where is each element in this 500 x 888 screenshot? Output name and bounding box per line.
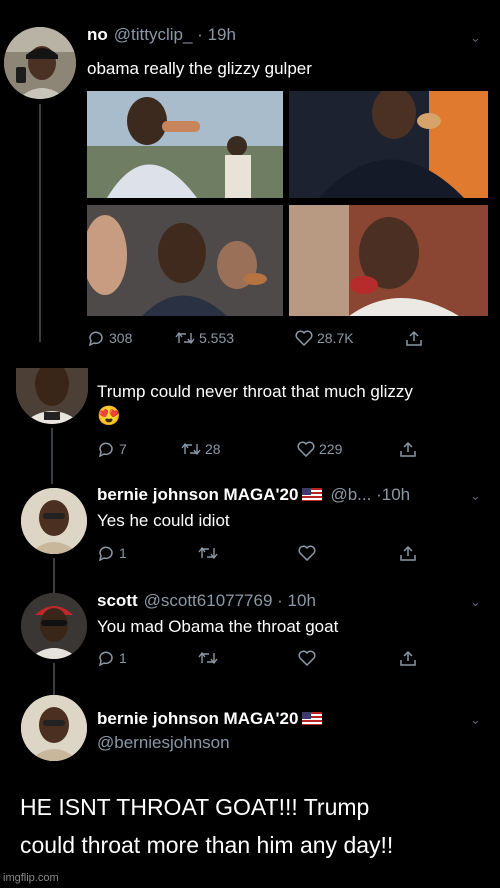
avatar-no[interactable] (4, 27, 76, 99)
retweet-button[interactable]: 5.553 (175, 330, 255, 346)
author-name[interactable]: bernie johnson MAGA'20 (97, 485, 298, 505)
us-flag-icon (302, 488, 323, 501)
share-button[interactable] (399, 441, 417, 457)
author-name[interactable]: bernie johnson MAGA'20 (97, 709, 298, 729)
thread-line-1 (39, 104, 41, 342)
avatar-image (21, 488, 87, 554)
tweet-time[interactable]: 10h (382, 485, 410, 505)
tweet-text: obama really the glizzy gulper (87, 59, 312, 78)
share-button[interactable] (399, 545, 417, 561)
thread-line-4 (53, 663, 55, 699)
reply2-header: bernie johnson MAGA'20 @b... · 10h (97, 485, 410, 505)
avatar-image (16, 368, 88, 424)
chevron-down-icon[interactable]: ⌄ (470, 594, 481, 610)
reply-text: Trump could never throat that much glizz… (97, 382, 413, 401)
like-button[interactable] (298, 545, 316, 561)
retweet-icon (175, 331, 195, 345)
screenshot-divider (0, 365, 500, 367)
avatar-image (21, 593, 87, 659)
like-button[interactable]: 28.7K (295, 330, 375, 346)
retweet-count: 28 (205, 441, 221, 457)
author-handle[interactable]: @scott61077769 (144, 591, 273, 611)
retweet-icon (198, 651, 218, 665)
author-handle[interactable]: @tittyclip_ (114, 25, 193, 45)
retweet-icon (198, 546, 218, 560)
share-button[interactable] (405, 330, 423, 346)
reply-icon (98, 651, 113, 666)
tweet-actions: 308 5.553 28.7K (87, 330, 422, 346)
like-button[interactable] (298, 650, 316, 666)
share-icon (400, 545, 416, 561)
author-handle[interactable]: @b... (330, 485, 371, 505)
reply-icon (98, 546, 113, 561)
share-icon (400, 441, 416, 457)
avatar-scott[interactable] (21, 593, 87, 659)
author-name[interactable]: no (87, 25, 108, 45)
reply-emoji: 😍 (97, 406, 121, 427)
like-button[interactable]: 229 (297, 441, 367, 457)
reply-count: 7 (119, 441, 127, 457)
heart-icon (298, 650, 316, 666)
tweet-time[interactable]: 10h (288, 591, 316, 611)
reply1-actions: 7 28 229 (97, 441, 416, 457)
tweet-photo-1[interactable] (87, 91, 283, 198)
focused-tweet-text-line2: could throat more than him any day!! (20, 832, 394, 858)
photo-image (87, 91, 283, 198)
like-count: 229 (319, 441, 343, 457)
reply-icon (98, 442, 113, 457)
share-button[interactable] (399, 650, 417, 666)
reply4-header: bernie johnson MAGA'20 (97, 709, 323, 729)
chevron-down-icon[interactable]: ⌄ (470, 488, 481, 504)
thread-line-3 (53, 558, 55, 594)
heart-icon (295, 330, 313, 346)
tweet-photo-2[interactable] (289, 91, 488, 198)
share-icon (400, 650, 416, 666)
reply-text: Yes he could idiot (97, 511, 230, 530)
avatar-bernie[interactable] (21, 488, 87, 554)
photo-image (289, 91, 488, 198)
reply-count: 1 (119, 650, 127, 666)
retweet-icon (181, 442, 201, 456)
reply-button[interactable]: 7 (97, 441, 127, 457)
avatar-image (21, 695, 87, 761)
reply-icon (88, 331, 103, 346)
reply-button[interactable]: 1 (97, 650, 127, 666)
reply-text: You mad Obama the throat goat (97, 617, 339, 636)
tweet-photo-4[interactable] (289, 205, 488, 316)
focused-tweet-text-line1: HE ISNT THROAT GOAT!!! Trump (20, 794, 370, 820)
avatar-image (4, 27, 76, 99)
dot-separator: · (272, 591, 288, 610)
avatar-bernie-focused[interactable] (21, 695, 87, 761)
tweet-photo-3[interactable] (87, 205, 283, 316)
dot-separator: · (371, 485, 382, 504)
share-icon (406, 330, 422, 346)
retweet-count: 5.553 (199, 330, 235, 346)
heart-icon (298, 545, 316, 561)
us-flag-icon (302, 712, 323, 725)
tweet-time[interactable]: 19h (208, 25, 236, 45)
avatar-reply1[interactable] (16, 368, 88, 424)
thread-line-2 (51, 428, 53, 484)
imgflip-watermark: imgflip.com (3, 872, 59, 884)
tweet-header: no @tittyclip_ · 19h (87, 25, 236, 45)
dot-separator: · (192, 25, 208, 44)
retweet-button[interactable] (198, 651, 218, 665)
author-handle[interactable]: @berniesjohnson (97, 733, 230, 753)
chevron-down-icon[interactable]: ⌄ (470, 712, 481, 728)
reply2-actions: 1 (97, 545, 416, 561)
author-name[interactable]: scott (97, 591, 138, 611)
retweet-button[interactable]: 28 (181, 441, 251, 457)
reply-button[interactable]: 1 (97, 545, 127, 561)
reply3-header: scott @scott61077769 · 10h (97, 591, 316, 611)
heart-icon (297, 441, 315, 457)
reply3-actions: 1 (97, 650, 416, 666)
photo-image (289, 205, 488, 316)
reply-button[interactable]: 308 (87, 330, 132, 346)
retweet-button[interactable] (198, 546, 218, 560)
chevron-down-icon[interactable]: ⌄ (470, 30, 481, 46)
reply-count: 1 (119, 545, 127, 561)
reply-count: 308 (109, 330, 133, 346)
like-count: 28.7K (317, 330, 354, 346)
photo-image (87, 205, 283, 316)
